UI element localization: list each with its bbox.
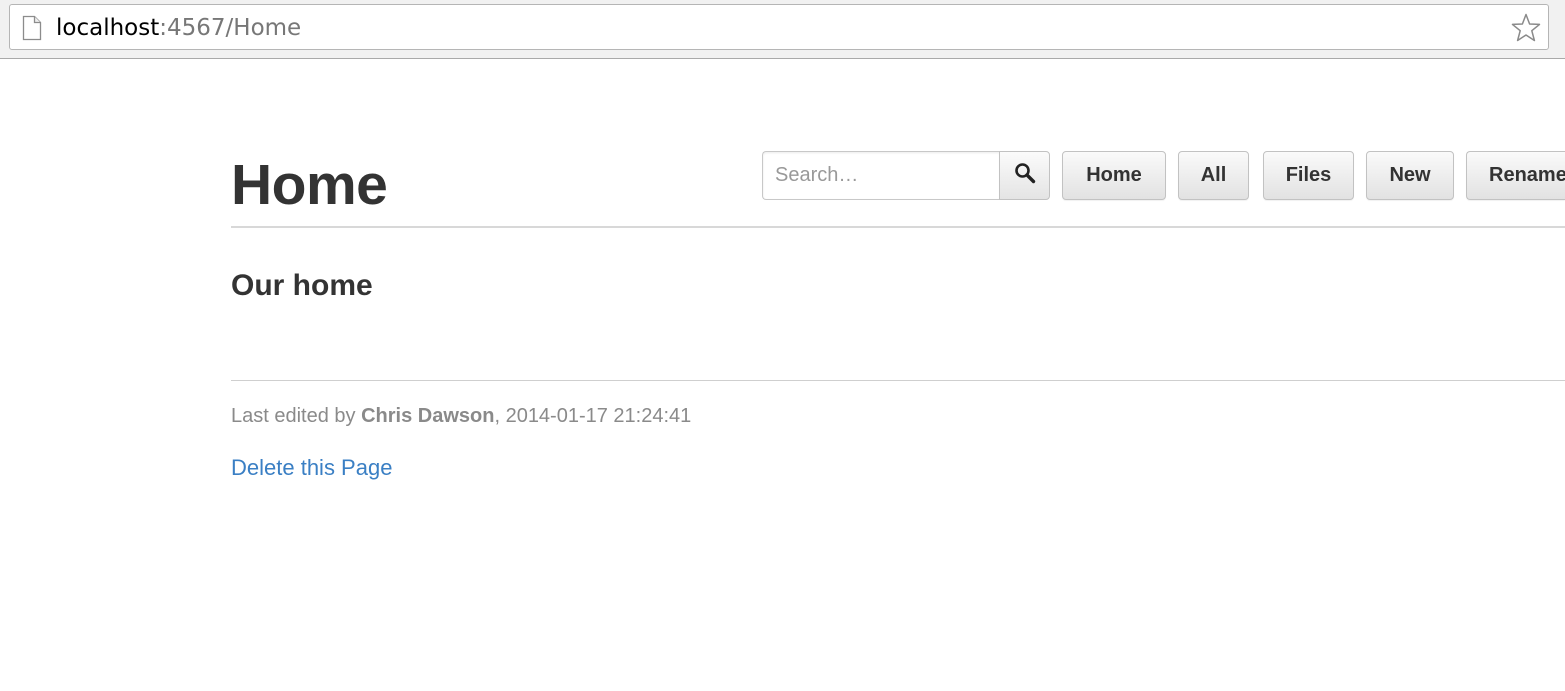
last-edited-timestamp: , 2014-01-17 21:24:41 [494, 405, 692, 427]
search-button[interactable] [999, 151, 1050, 200]
last-edited-author: Chris Dawson [361, 405, 495, 427]
new-button[interactable]: New [1366, 151, 1454, 200]
search-input[interactable] [762, 151, 1000, 200]
address-bar[interactable]: localhost:4567/Home [9, 4, 1549, 50]
all-button[interactable]: All [1178, 151, 1249, 200]
delete-page-link[interactable]: Delete this Page [231, 454, 392, 482]
page-icon [22, 15, 42, 41]
header-divider [231, 226, 1565, 228]
home-button[interactable]: Home [1062, 151, 1166, 200]
files-button[interactable]: Files [1263, 151, 1354, 200]
page-title: Home [231, 153, 388, 217]
url-host: localhost [56, 15, 160, 41]
last-edited-prefix: Last edited by [231, 405, 362, 427]
url-path: :4567/Home [159, 15, 302, 41]
last-edited-info: Last edited by Chris Dawson, 2014-01-17 … [231, 403, 691, 429]
magnifier-icon [1014, 162, 1036, 189]
footer-divider [231, 380, 1565, 381]
rename-button[interactable]: Rename [1466, 151, 1565, 200]
address-url[interactable]: localhost:4567/Home [56, 14, 301, 42]
content-heading: Our home [231, 269, 373, 302]
star-icon[interactable] [1510, 12, 1542, 44]
browser-toolbar: localhost:4567/Home [0, 0, 1565, 59]
